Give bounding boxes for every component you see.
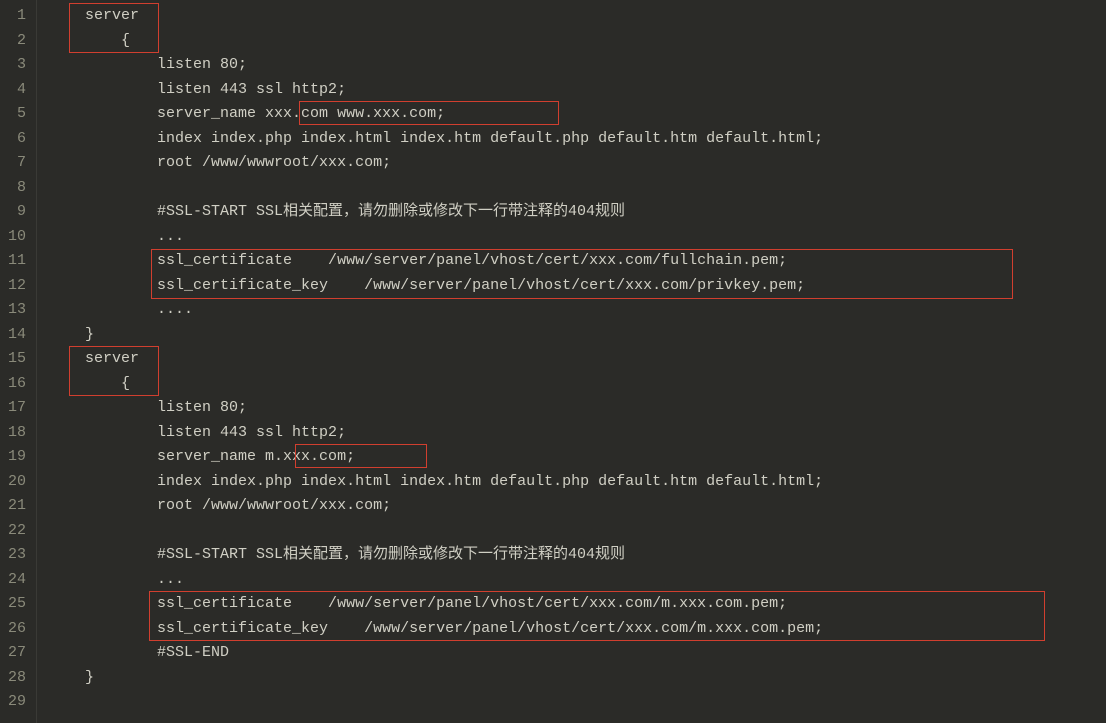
line-number: 19 — [8, 445, 26, 470]
line-number: 15 — [8, 347, 26, 372]
code-line[interactable]: listen 443 ssl http2; — [49, 78, 1106, 103]
code-line[interactable] — [49, 519, 1106, 544]
line-number: 3 — [8, 53, 26, 78]
line-number: 26 — [8, 617, 26, 642]
line-number: 6 — [8, 127, 26, 152]
code-editor: 1234567891011121314151617181920212223242… — [0, 0, 1106, 723]
code-line[interactable]: .... — [49, 298, 1106, 323]
code-line[interactable]: listen 443 ssl http2; — [49, 421, 1106, 446]
code-line[interactable]: server_name m.xxx.com; — [49, 445, 1106, 470]
code-line[interactable]: ... — [49, 225, 1106, 250]
code-line[interactable] — [49, 690, 1106, 715]
code-line[interactable]: ssl_certificate /www/server/panel/vhost/… — [49, 592, 1106, 617]
line-number: 20 — [8, 470, 26, 495]
line-number: 2 — [8, 29, 26, 54]
code-line[interactable]: listen 80; — [49, 53, 1106, 78]
code-line[interactable]: ssl_certificate /www/server/panel/vhost/… — [49, 249, 1106, 274]
code-line[interactable]: root /www/wwwroot/xxx.com; — [49, 151, 1106, 176]
code-line[interactable]: ssl_certificate_key /www/server/panel/vh… — [49, 274, 1106, 299]
line-number: 22 — [8, 519, 26, 544]
code-line[interactable]: ... — [49, 568, 1106, 593]
line-number: 16 — [8, 372, 26, 397]
code-line[interactable]: server — [49, 347, 1106, 372]
line-number: 24 — [8, 568, 26, 593]
line-number: 4 — [8, 78, 26, 103]
line-number: 29 — [8, 690, 26, 715]
line-number: 5 — [8, 102, 26, 127]
code-line[interactable] — [49, 176, 1106, 201]
line-number: 21 — [8, 494, 26, 519]
line-number-gutter: 1234567891011121314151617181920212223242… — [0, 0, 37, 723]
line-number: 17 — [8, 396, 26, 421]
code-line[interactable]: index index.php index.html index.htm def… — [49, 127, 1106, 152]
line-number: 9 — [8, 200, 26, 225]
code-line[interactable]: server_name xxx.com www.xxx.com; — [49, 102, 1106, 127]
code-line[interactable]: } — [49, 323, 1106, 348]
line-number: 27 — [8, 641, 26, 666]
line-number: 12 — [8, 274, 26, 299]
code-line[interactable]: listen 80; — [49, 396, 1106, 421]
code-line[interactable]: #SSL-END — [49, 641, 1106, 666]
line-number: 23 — [8, 543, 26, 568]
code-line[interactable]: ssl_certificate_key /www/server/panel/vh… — [49, 617, 1106, 642]
line-number: 10 — [8, 225, 26, 250]
code-line[interactable]: #SSL-START SSL相关配置，请勿删除或修改下一行带注释的404规则 — [49, 543, 1106, 568]
line-number: 28 — [8, 666, 26, 691]
line-number: 1 — [8, 4, 26, 29]
code-line[interactable]: server — [49, 4, 1106, 29]
code-area[interactable]: server { listen 80; listen 443 ssl http2… — [37, 0, 1106, 723]
code-line[interactable]: index index.php index.html index.htm def… — [49, 470, 1106, 495]
line-number: 25 — [8, 592, 26, 617]
code-line[interactable]: root /www/wwwroot/xxx.com; — [49, 494, 1106, 519]
code-line[interactable]: { — [49, 29, 1106, 54]
code-line[interactable]: } — [49, 666, 1106, 691]
code-line[interactable]: { — [49, 372, 1106, 397]
line-number: 11 — [8, 249, 26, 274]
line-number: 13 — [8, 298, 26, 323]
line-number: 8 — [8, 176, 26, 201]
line-number: 7 — [8, 151, 26, 176]
line-number: 18 — [8, 421, 26, 446]
code-line[interactable]: #SSL-START SSL相关配置，请勿删除或修改下一行带注释的404规则 — [49, 200, 1106, 225]
line-number: 14 — [8, 323, 26, 348]
